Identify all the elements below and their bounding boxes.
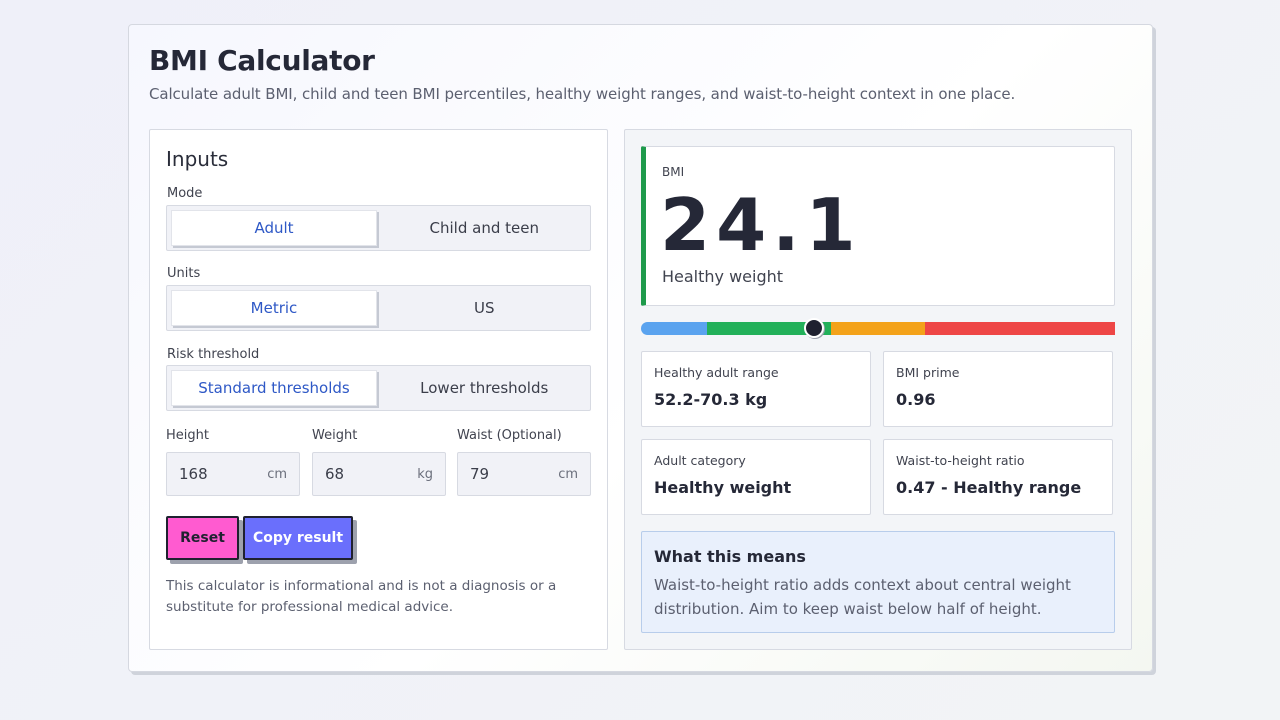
risk-threshold-toggle: Standard thresholds Lower thresholds [166,365,591,411]
scale-segment-underweight [641,322,708,335]
bmi-label: BMI [662,165,685,179]
reset-button[interactable]: Reset [166,516,239,560]
info-box: What this means Waist-to-height ratio ad… [641,531,1115,633]
bmi-value: 24.1 [660,183,862,267]
healthy-range-card: Healthy adult range 52.2-70.3 kg [641,351,871,427]
height-unit: cm [267,467,287,482]
scale-segment-overweight [830,322,926,335]
mode-adult-button[interactable]: Adult [171,210,377,246]
units-metric-button[interactable]: Metric [171,290,377,326]
waist-unit: cm [558,467,578,482]
waist-label: Waist (Optional) [457,428,562,443]
units-us-button[interactable]: US [379,286,591,330]
units-label: Units [167,266,201,281]
waist-value[interactable]: 79 [470,465,489,483]
waist-height-ratio-value: 0.47 - Healthy range [896,478,1082,497]
inputs-panel: Inputs Mode Adult Child and teen Units M… [149,129,608,650]
weight-unit: kg [417,467,433,482]
bmi-prime-card: BMI prime 0.96 [883,351,1113,427]
copy-result-button[interactable]: Copy result [243,516,353,560]
bmi-prime-label: BMI prime [896,365,960,380]
adult-category-label: Adult category [654,453,746,468]
info-title: What this means [654,547,806,566]
healthy-range-value: 52.2-70.3 kg [654,390,768,409]
height-label: Height [166,428,209,443]
adult-category-value: Healthy weight [654,478,792,497]
scale-segment-obese [925,322,1115,335]
healthy-range-label: Healthy adult range [654,365,779,380]
weight-label: Weight [312,428,358,443]
mode-toggle: Adult Child and teen [166,205,591,251]
page-title: BMI Calculator [149,44,375,77]
calculator-card: BMI Calculator Calculate adult BMI, chil… [128,24,1153,672]
waist-height-ratio-card: Waist-to-height ratio 0.47 - Healthy ran… [883,439,1113,515]
adult-category-card: Adult category Healthy weight [641,439,871,515]
mode-child-teen-button[interactable]: Child and teen [379,206,591,250]
weight-field[interactable]: 68 kg [312,452,446,496]
bmi-scale-bar [641,318,1115,338]
bmi-result-box: BMI 24.1 Healthy weight [641,146,1115,306]
waist-height-ratio-label: Waist-to-height ratio [896,453,1025,468]
bmi-category: Healthy weight [662,267,784,286]
risk-threshold-label: Risk threshold [167,347,260,362]
bmi-scale-marker [803,318,824,338]
height-field[interactable]: 168 cm [166,452,300,496]
info-body: Waist-to-height ratio adds context about… [654,576,1071,618]
bmi-prime-value: 0.96 [896,390,936,409]
height-value[interactable]: 168 [179,465,208,483]
waist-field[interactable]: 79 cm [457,452,591,496]
units-toggle: Metric US [166,285,591,331]
risk-standard-button[interactable]: Standard thresholds [171,370,377,406]
disclaimer-text: This calculator is informational and is … [166,578,557,615]
page-subtitle: Calculate adult BMI, child and teen BMI … [149,85,1016,103]
results-panel: BMI 24.1 Healthy weight Healthy adult ra… [624,129,1132,650]
risk-lower-button[interactable]: Lower thresholds [379,366,591,410]
weight-value[interactable]: 68 [325,465,344,483]
inputs-title: Inputs [166,147,229,171]
mode-label: Mode [167,186,203,201]
